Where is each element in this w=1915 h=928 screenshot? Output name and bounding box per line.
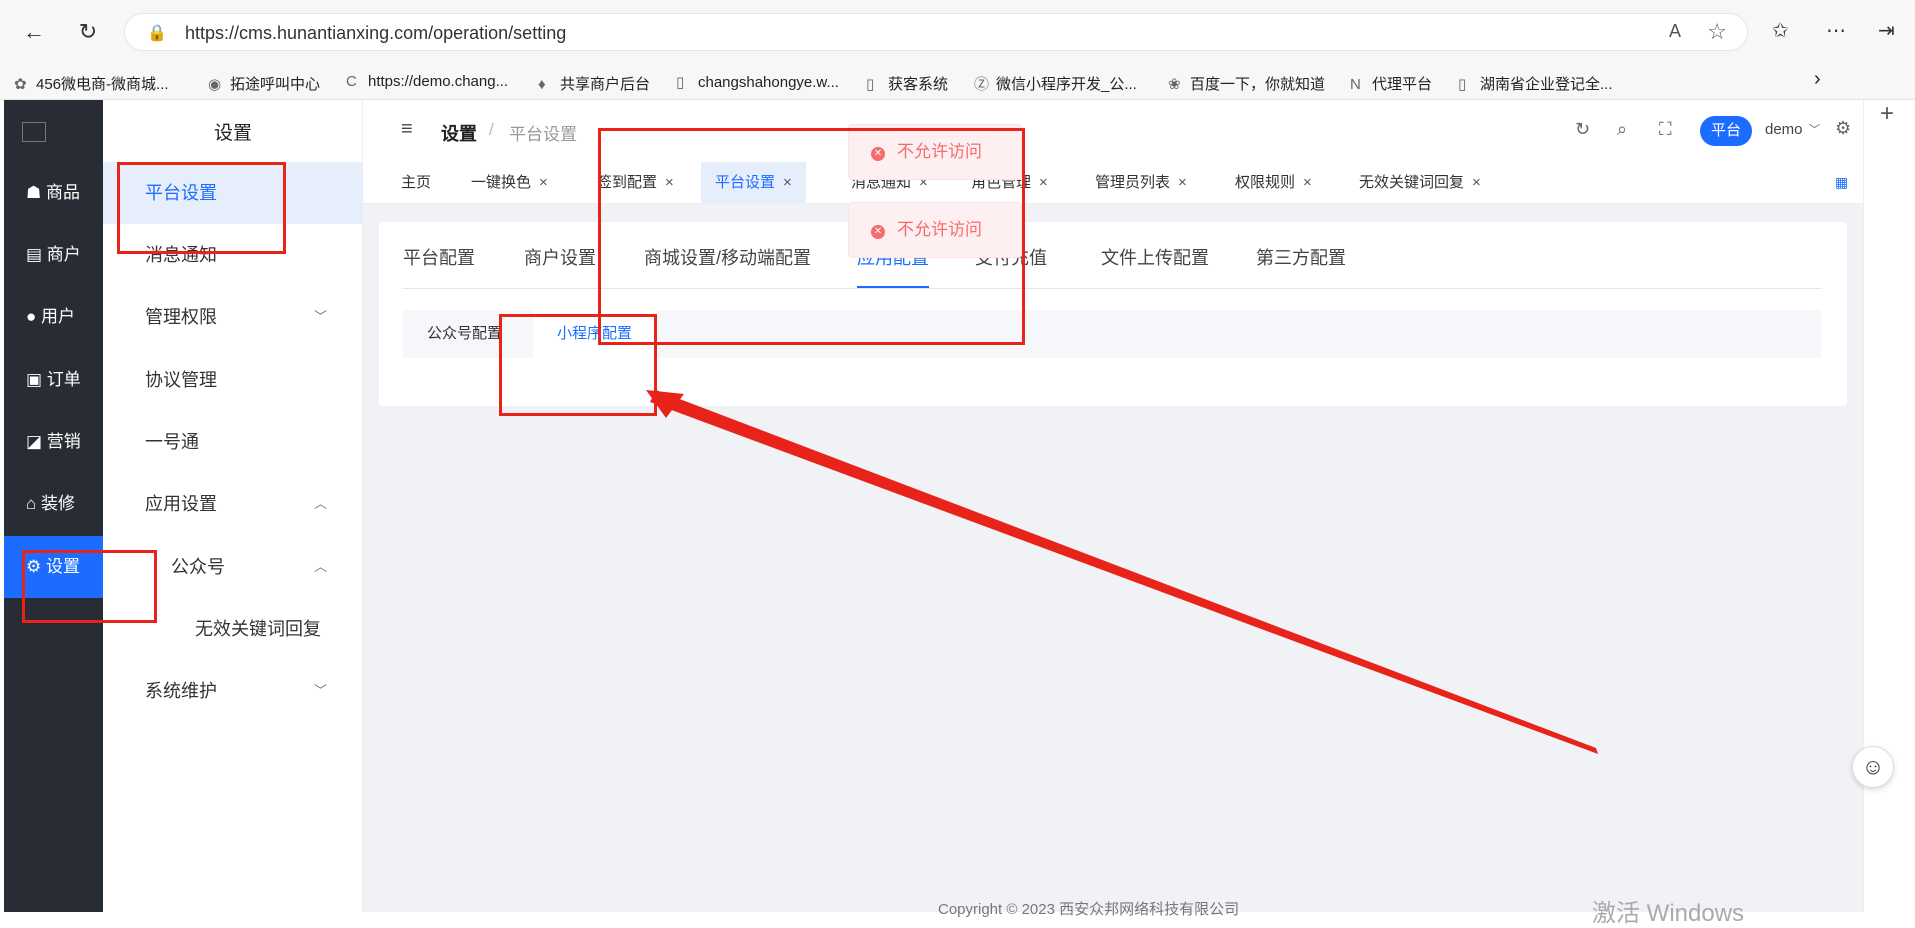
assistant-avatar[interactable]: ☺ bbox=[1852, 746, 1894, 788]
footer-copyright: Copyright © 2023 西安众邦网络科技有限公司 bbox=[938, 901, 1240, 918]
windows-watermark: 激活 Windows bbox=[1592, 900, 1745, 927]
browser-sidebar: + bbox=[1863, 100, 1915, 912]
plus-icon[interactable]: + bbox=[1880, 100, 1894, 128]
annotation-arrow bbox=[646, 390, 1598, 754]
